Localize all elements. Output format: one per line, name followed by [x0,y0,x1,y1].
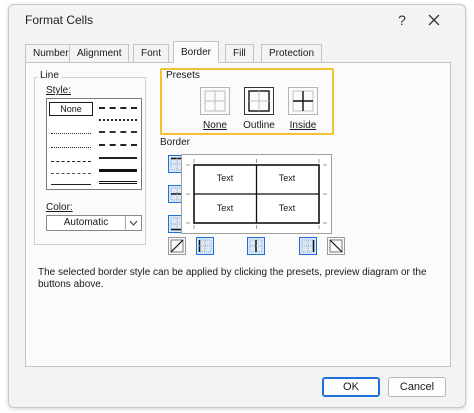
preset-none-icon [204,90,226,112]
border-tab-panel: Line Style: None Color: Automatic Preset… [25,62,451,367]
line-style-dash-dot-dot[interactable] [51,161,91,162]
style-label: Style: [46,85,72,96]
line-style-thick[interactable] [99,169,137,172]
border-diagonal-up-button[interactable] [168,237,186,255]
preview-cell-text: Text [278,203,296,213]
border-group-label: Border [160,137,191,148]
tab-protection[interactable]: Protection [261,44,323,63]
line-style-thin[interactable] [51,184,91,185]
line-style-list[interactable]: None [46,98,142,190]
preset-outline-icon [248,90,270,112]
border-left-icon [198,239,212,253]
help-button[interactable]: ? [393,11,411,29]
preset-none-button[interactable] [200,87,230,115]
dialog-title: Format Cells [25,13,94,27]
diagonal-down-icon [329,239,343,253]
preset-inside-label[interactable]: Inside [284,120,322,131]
color-label: Color: [46,202,73,213]
line-style-double[interactable] [99,181,137,187]
preset-outline-label[interactable]: Outline [236,120,282,131]
color-dropdown[interactable]: Automatic [46,215,142,231]
preset-outline-button[interactable] [244,87,274,115]
tab-fill[interactable]: Fill [225,44,254,63]
close-icon[interactable] [425,11,443,29]
line-style-dash-dot[interactable] [51,173,91,174]
diagonal-up-icon [170,239,184,253]
border-diagonal-down-button[interactable] [327,237,345,255]
chevron-down-icon[interactable] [125,216,141,230]
preset-none-label[interactable]: None [198,120,232,131]
border-preview[interactable]: Text Text Text Text [181,154,332,234]
line-style-medium-dash-dot[interactable] [99,131,137,133]
tab-font[interactable]: Font [133,44,170,63]
tab-border[interactable]: Border [173,41,220,63]
preview-cell-text: Text [278,173,296,183]
border-inside-vertical-button[interactable] [247,237,265,255]
presets-group-label: Presets [166,70,200,81]
line-style-slanted-dash-dot[interactable] [99,119,137,121]
border-left-button[interactable] [196,237,214,255]
line-style-medium-dashed[interactable] [99,144,137,146]
format-cells-dialog: Format Cells ? Number Alignment Font Bor… [8,4,466,408]
preview-cell-text: Text [216,173,234,183]
tab-alignment[interactable]: Alignment [69,44,130,63]
line-style-dotted-fine[interactable] [51,133,91,134]
line-style-none[interactable]: None [49,102,93,116]
border-right-button[interactable] [299,237,317,255]
cancel-button[interactable]: Cancel [388,377,446,397]
line-group-label: Line [38,70,61,81]
preview-grid [186,159,327,229]
preview-cell-text: Text [216,203,234,213]
preset-inside-button[interactable] [288,87,318,115]
line-style-dotted[interactable] [51,147,91,148]
border-right-icon [301,239,315,253]
line-style-medium-dash-dot-dot[interactable] [99,107,137,109]
color-value: Automatic [63,217,109,228]
ok-button[interactable]: OK [322,377,380,397]
preset-inside-icon [292,90,314,112]
title-bar: Format Cells ? [9,5,465,35]
border-inside-vertical-icon [249,239,263,253]
line-style-medium[interactable] [99,157,137,159]
description-text: The selected border style can be applied… [38,267,427,290]
